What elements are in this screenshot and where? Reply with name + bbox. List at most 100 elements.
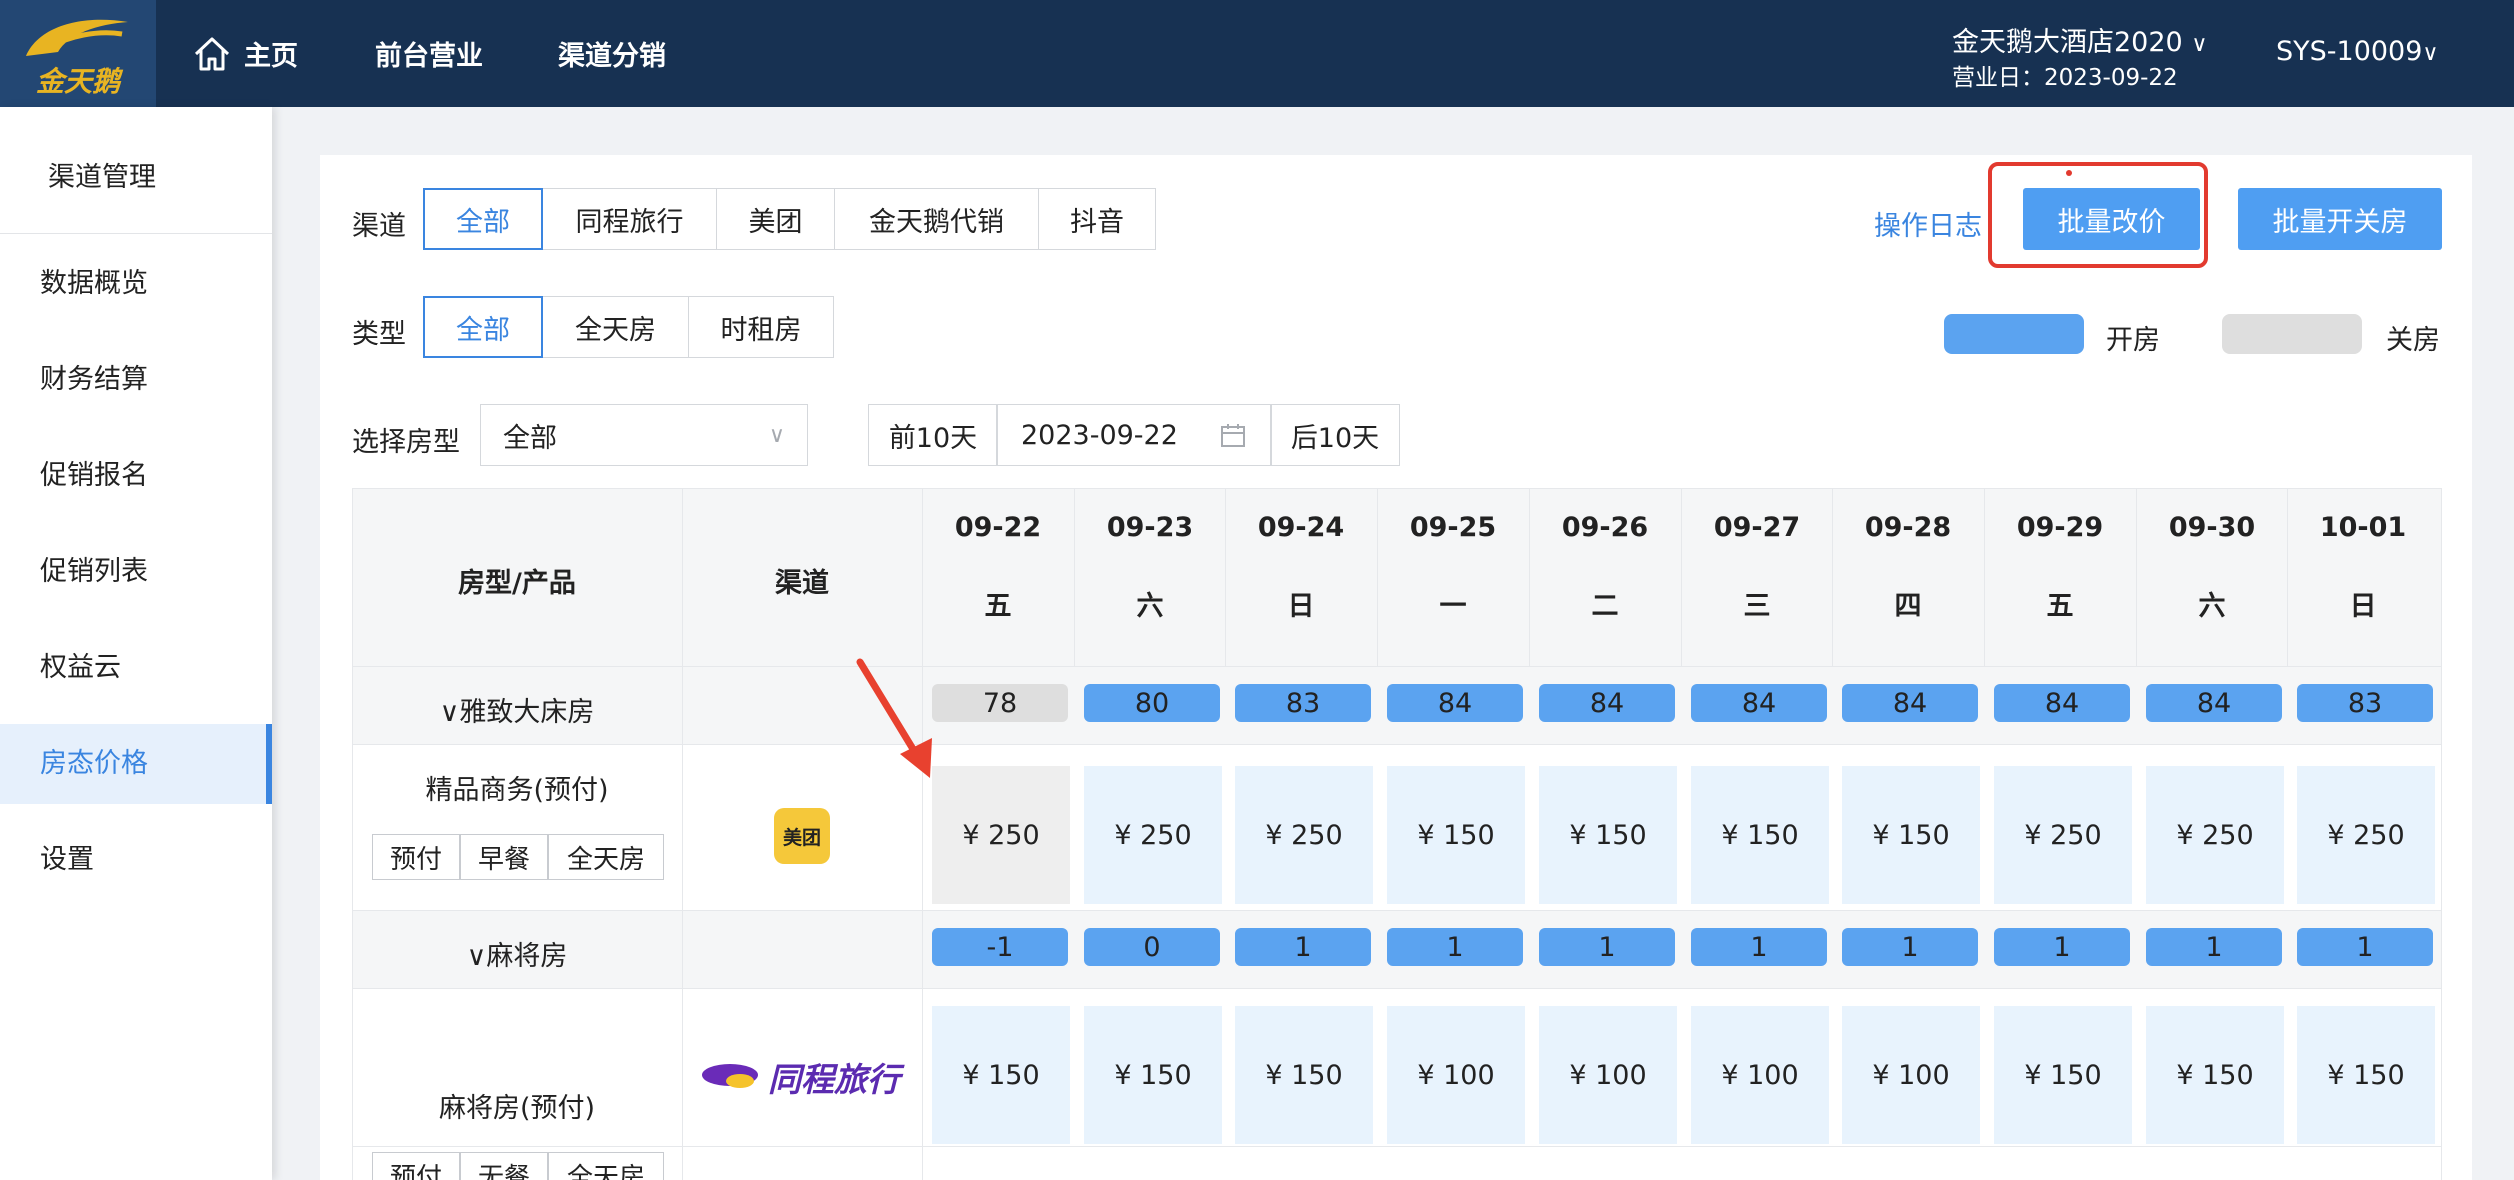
- price-cell[interactable]: ¥ 150: [932, 1006, 1070, 1144]
- type-filter: 全部 全天房 时租房: [423, 296, 834, 358]
- price-cell[interactable]: ¥ 250: [1084, 766, 1222, 904]
- date-header: 09-27: [1713, 512, 1801, 543]
- nav-home-label: 主页: [244, 41, 298, 72]
- inventory-chip[interactable]: 84: [1539, 684, 1675, 722]
- inventory-chip[interactable]: 1: [1842, 928, 1978, 966]
- inventory-chip[interactable]: 1: [1387, 928, 1523, 966]
- nav-front-desk[interactable]: 前台营业: [375, 0, 483, 107]
- inventory-chip[interactable]: 84: [1842, 684, 1978, 722]
- prev-10-days-button[interactable]: 前10天: [868, 404, 998, 466]
- weekday-header: 四: [1894, 591, 1922, 622]
- batch-price-button[interactable]: 批量改价: [2023, 188, 2200, 250]
- room-type-value: 全部: [503, 422, 557, 454]
- legend-closed-swatch: [2222, 314, 2362, 354]
- room-type-select[interactable]: 全部 ∨: [480, 404, 808, 466]
- price-cell[interactable]: ¥ 100: [1842, 1006, 1980, 1144]
- inventory-chip[interactable]: 1: [2297, 928, 2433, 966]
- swan-logo-icon: [26, 19, 128, 56]
- sidebar-item-room-status-price[interactable]: 房态价格: [0, 724, 272, 804]
- inventory-chip[interactable]: 83: [2297, 684, 2433, 722]
- price-cell[interactable]: ¥ 250: [2146, 766, 2284, 904]
- channel-option-jintiane[interactable]: 金天鹅代销: [834, 188, 1039, 250]
- inventory-chip[interactable]: 78: [932, 684, 1068, 722]
- price-cell[interactable]: ¥ 250: [1994, 766, 2132, 904]
- product-name: 精品商务(预付): [425, 775, 609, 806]
- inventory-chip[interactable]: 0: [1084, 928, 1220, 966]
- price-cell[interactable]: ¥ 150: [1235, 1006, 1373, 1144]
- type-option-hourly[interactable]: 时租房: [688, 296, 834, 358]
- weekday-header: 五: [984, 591, 1012, 622]
- inventory-chip[interactable]: 84: [1994, 684, 2130, 722]
- inventory-chip[interactable]: 1: [1539, 928, 1675, 966]
- inventory-chip[interactable]: 1: [1994, 928, 2130, 966]
- price-cell[interactable]: ¥ 150: [1691, 766, 1829, 904]
- inventory-chip[interactable]: 83: [1235, 684, 1371, 722]
- date-header: 09-22: [954, 512, 1042, 543]
- user-menu[interactable]: SYS-10009∨: [2276, 36, 2439, 67]
- product-tag-no-meal: 无餐: [460, 1152, 548, 1180]
- price-cell[interactable]: ¥ 250: [2297, 766, 2435, 904]
- business-date: 营业日：2023-09-22: [1952, 65, 2178, 91]
- date-value: 2023-09-22: [1021, 419, 1178, 451]
- price-cell[interactable]: ¥ 100: [1539, 1006, 1677, 1144]
- channel-option-meituan[interactable]: 美团: [716, 188, 835, 250]
- date-header: 09-26: [1561, 512, 1649, 543]
- inventory-chip[interactable]: 1: [1691, 928, 1827, 966]
- inventory-chip[interactable]: 84: [1691, 684, 1827, 722]
- sidebar: 渠道管理 数据概览 财务结算 促销报名 促销列表 权益云 房态价格 设置: [0, 107, 272, 1180]
- date-header: 09-24: [1257, 512, 1345, 543]
- annotation-arrow-icon: [856, 658, 932, 778]
- sidebar-item-promo-list[interactable]: 促销列表: [0, 532, 272, 612]
- channel-option-douyin[interactable]: 抖音: [1038, 188, 1156, 250]
- room-type-row-mahjong[interactable]: ∨麻将房: [352, 934, 682, 973]
- channel-option-all[interactable]: 全部: [423, 188, 543, 250]
- price-cell[interactable]: ¥ 150: [2297, 1006, 2435, 1144]
- room-type-row-yazhi[interactable]: ∨雅致大床房: [352, 690, 682, 729]
- grid-line: [352, 666, 2442, 667]
- hotel-selector[interactable]: 金天鹅大酒店2020 ∨: [1952, 20, 2207, 59]
- next-10-days-button[interactable]: 后10天: [1270, 404, 1400, 466]
- price-cell[interactable]: ¥ 150: [1994, 1006, 2132, 1144]
- inventory-chip[interactable]: 80: [1084, 684, 1220, 722]
- logo[interactable]: 金天鹅: [0, 0, 156, 107]
- meituan-logo-text: 美团: [782, 826, 821, 849]
- grid-line: [2441, 488, 2442, 1180]
- price-cell[interactable]: ¥ 250: [1235, 766, 1373, 904]
- nav-front-desk-label: 前台营业: [375, 41, 483, 72]
- price-cell[interactable]: ¥ 150: [1842, 766, 1980, 904]
- channel-filter-label: 渠道: [352, 211, 406, 242]
- type-option-all[interactable]: 全部: [423, 296, 543, 358]
- sidebar-item-benefits-cloud[interactable]: 权益云: [0, 628, 272, 708]
- price-cell[interactable]: ¥ 150: [1084, 1006, 1222, 1144]
- sidebar-item-promo-signup[interactable]: 促销报名: [0, 436, 272, 516]
- price-cell[interactable]: ¥ 100: [1387, 1006, 1525, 1144]
- chevron-down-icon: ∨: [2422, 41, 2439, 66]
- price-cell[interactable]: ¥ 100: [1691, 1006, 1829, 1144]
- price-cell[interactable]: ¥ 250: [932, 766, 1070, 904]
- type-filter-label: 类型: [352, 319, 406, 350]
- channel-option-tongcheng[interactable]: 同程旅行: [542, 188, 717, 250]
- operation-log-link[interactable]: 操作日志: [1874, 204, 1982, 243]
- room-type-label: 选择房型: [352, 427, 460, 458]
- price-cell[interactable]: ¥ 150: [1539, 766, 1677, 904]
- inventory-chip[interactable]: -1: [932, 928, 1068, 966]
- nav-channel-distribution[interactable]: 渠道分销: [558, 0, 666, 107]
- price-cell[interactable]: ¥ 150: [1387, 766, 1525, 904]
- sidebar-item-data-overview[interactable]: 数据概览: [0, 244, 272, 324]
- date-picker[interactable]: 2023-09-22: [996, 404, 1272, 466]
- grid-line: [352, 744, 2442, 745]
- inventory-chip[interactable]: 1: [1235, 928, 1371, 966]
- nav-home[interactable]: 主页: [192, 0, 298, 107]
- inventory-chip[interactable]: 84: [2146, 684, 2282, 722]
- sidebar-item-finance[interactable]: 财务结算: [0, 340, 272, 420]
- sidebar-item-settings[interactable]: 设置: [0, 820, 272, 900]
- meituan-logo-icon: 美团: [774, 808, 830, 864]
- inventory-chip[interactable]: 1: [2146, 928, 2282, 966]
- tongcheng-logo-text: 同程旅行: [768, 1060, 900, 1099]
- type-option-full-day[interactable]: 全天房: [542, 296, 689, 358]
- price-cell[interactable]: ¥ 150: [2146, 1006, 2284, 1144]
- grid-line: [352, 1146, 2442, 1147]
- weekday-header: 五: [2046, 591, 2074, 622]
- batch-toggle-room-button[interactable]: 批量开关房: [2238, 188, 2442, 250]
- inventory-chip[interactable]: 84: [1387, 684, 1523, 722]
